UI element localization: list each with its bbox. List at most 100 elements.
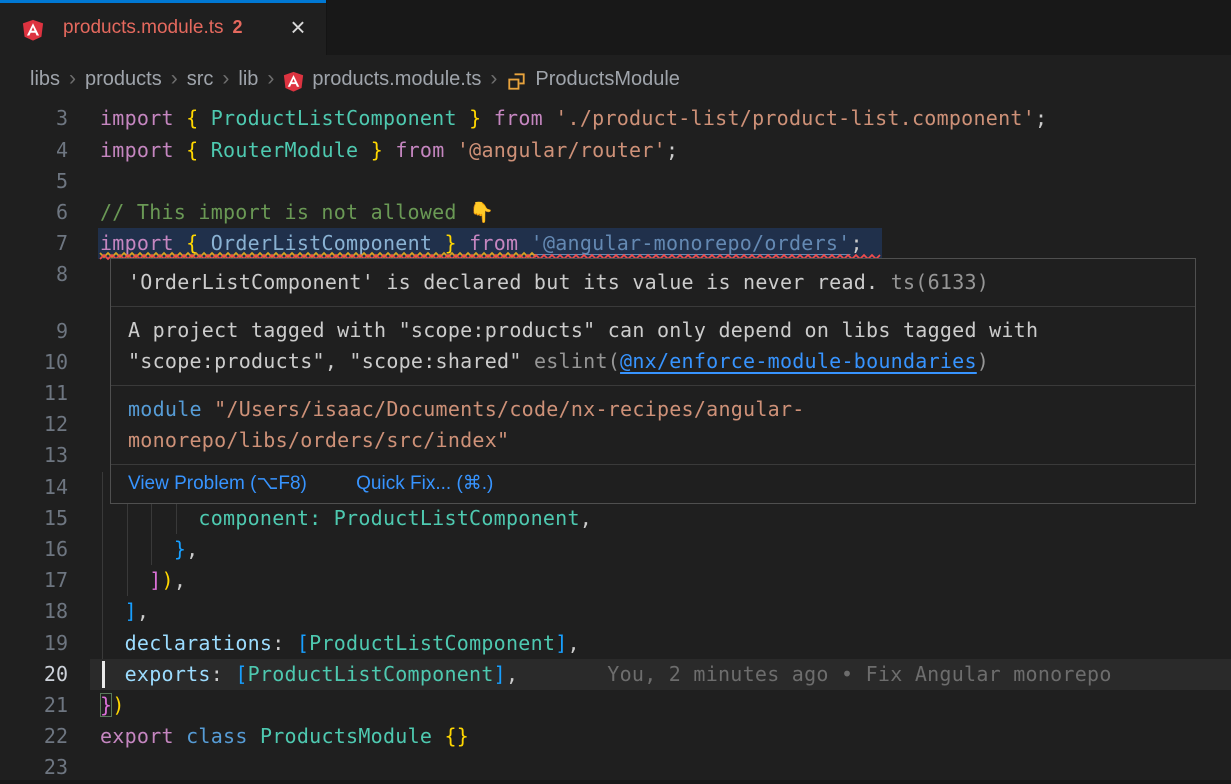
line-number: 20 (30, 659, 68, 691)
code-line-17[interactable]: ]), (100, 565, 186, 596)
ts-diagnostic-code: ts(6133) (891, 270, 989, 294)
line-number: 3 (30, 103, 68, 135)
line-number: 6 (30, 197, 68, 229)
line-number: 19 (30, 628, 68, 660)
ts-diagnostic-section: 'OrderListComponent' is declared but its… (111, 259, 1195, 306)
line-number: 7 (30, 228, 68, 260)
code-line-21[interactable]: }) (100, 690, 125, 721)
code-token: : (211, 662, 236, 686)
code-line-6[interactable]: // This import is not allowed 👇 (100, 197, 494, 228)
hover-problem-popup: 'OrderListComponent' is declared but its… (110, 258, 1196, 504)
code-token: import (100, 106, 174, 130)
breadcrumb-item-libs[interactable]: libs (30, 68, 60, 91)
code-token: } (174, 537, 186, 561)
code-token (321, 506, 333, 530)
eslint-diagnostic-section: A project tagged with "scope:products" c… (111, 306, 1195, 385)
code-token: , (580, 506, 592, 530)
view-problem-action[interactable]: View Problem (⌥F8) (128, 473, 307, 494)
code-token (198, 138, 210, 162)
code-line-3[interactable]: import { ProductListComponent } from './… (100, 103, 1047, 134)
code-line-19[interactable]: declarations: [ProductListComponent], (100, 628, 580, 659)
code-token: , (186, 537, 198, 561)
code-token (481, 106, 493, 130)
code-token: ) (112, 693, 124, 717)
code-token: } (100, 693, 112, 717)
code-token (457, 106, 469, 130)
code-token (198, 106, 210, 130)
code-token: '@angular/router' (457, 138, 666, 162)
code-line-15[interactable]: component: ProductListComponent, (100, 503, 592, 534)
code-token (100, 537, 174, 561)
breadcrumb-item-symbol[interactable]: ProductsModule (535, 68, 680, 91)
code-token: } (371, 138, 383, 162)
code-token: {} (444, 724, 469, 748)
code-token: from (494, 106, 543, 130)
line-number: 11 (30, 378, 68, 410)
code-token: ] (149, 568, 161, 592)
chevron-right-icon: › (171, 67, 178, 91)
code-line-4[interactable]: import { RouterModule } from '@angular/r… (100, 135, 678, 166)
eslint-message-line1: A project tagged with "scope:products" c… (128, 315, 1178, 346)
tab-problems-badge: 2 (233, 17, 243, 38)
code-token: export (100, 724, 174, 748)
code-token: 👇 (469, 200, 494, 224)
code-token: exports (125, 662, 211, 686)
angular-icon (22, 19, 44, 41)
code-token: '@angular-monorepo/orders' (531, 231, 851, 255)
editor[interactable]: 'OrderListComponent' is declared but its… (0, 103, 1231, 780)
line-number: 21 (30, 690, 68, 722)
code-token: ProductListComponent (211, 106, 457, 130)
code-token (100, 568, 149, 592)
code-token (174, 724, 186, 748)
code-token: , (568, 631, 580, 655)
chevron-right-icon: › (267, 67, 274, 91)
code-line-18[interactable]: ], (100, 596, 149, 627)
breadcrumb-item-lib[interactable]: lib (238, 68, 258, 91)
line-number: 22 (30, 721, 68, 753)
code-token: ] (494, 662, 506, 686)
tab-bar: products.module.ts 2 × (0, 0, 1231, 55)
chevron-right-icon: › (222, 67, 229, 91)
code-token: ; (850, 231, 862, 255)
code-token (174, 106, 186, 130)
line-number: 17 (30, 565, 68, 597)
code-token: ProductsModule (260, 724, 432, 748)
code-token: { (186, 138, 198, 162)
code-token: ProductListComponent (248, 662, 494, 686)
code-line-22[interactable]: export class ProductsModule {} (100, 721, 469, 752)
eslint-rule-link[interactable]: @nx/enforce-module-boundaries (620, 349, 977, 373)
code-token (248, 724, 260, 748)
code-token: [ (235, 662, 247, 686)
code-token: , (137, 599, 149, 623)
code-token (100, 506, 198, 530)
code-token: declarations (125, 631, 273, 655)
quick-fix-action[interactable]: Quick Fix... (⌘.) (356, 473, 493, 494)
line-number: 10 (30, 347, 68, 379)
code-token: // This import is not allowed (100, 200, 469, 224)
module-keyword: module (128, 397, 202, 421)
breadcrumb-item-src[interactable]: src (187, 68, 214, 91)
chevron-right-icon: › (69, 67, 76, 91)
line-number: 8 (30, 259, 68, 291)
breadcrumb: libs › products › src › lib › products.m… (0, 55, 1231, 103)
code-token: ) (162, 568, 174, 592)
line-number: 14 (30, 472, 68, 504)
symbol-class-icon (506, 71, 527, 92)
code-token: , (506, 662, 518, 686)
line-number: 5 (30, 166, 68, 198)
tab-products-module[interactable]: products.module.ts 2 × (0, 0, 327, 55)
code-token: ] (555, 631, 567, 655)
close-icon[interactable]: × (284, 14, 312, 42)
code-token: ] (125, 599, 137, 623)
ts-diagnostic-message: 'OrderListComponent' is declared but its… (128, 270, 878, 294)
code-token (432, 724, 444, 748)
breadcrumb-item-products[interactable]: products (85, 68, 162, 91)
angular-icon (283, 71, 304, 92)
code-line-20[interactable]: exports: [ProductListComponent],You, 2 m… (100, 659, 1112, 690)
code-line-16[interactable]: }, (100, 534, 198, 565)
code-token (543, 106, 555, 130)
code-token: component: (198, 506, 321, 530)
eslint-source-close: ) (977, 349, 989, 373)
breadcrumb-item-file[interactable]: products.module.ts (312, 68, 481, 91)
eslint-message-line2: "scope:products", "scope:shared" eslint(… (128, 346, 1178, 377)
